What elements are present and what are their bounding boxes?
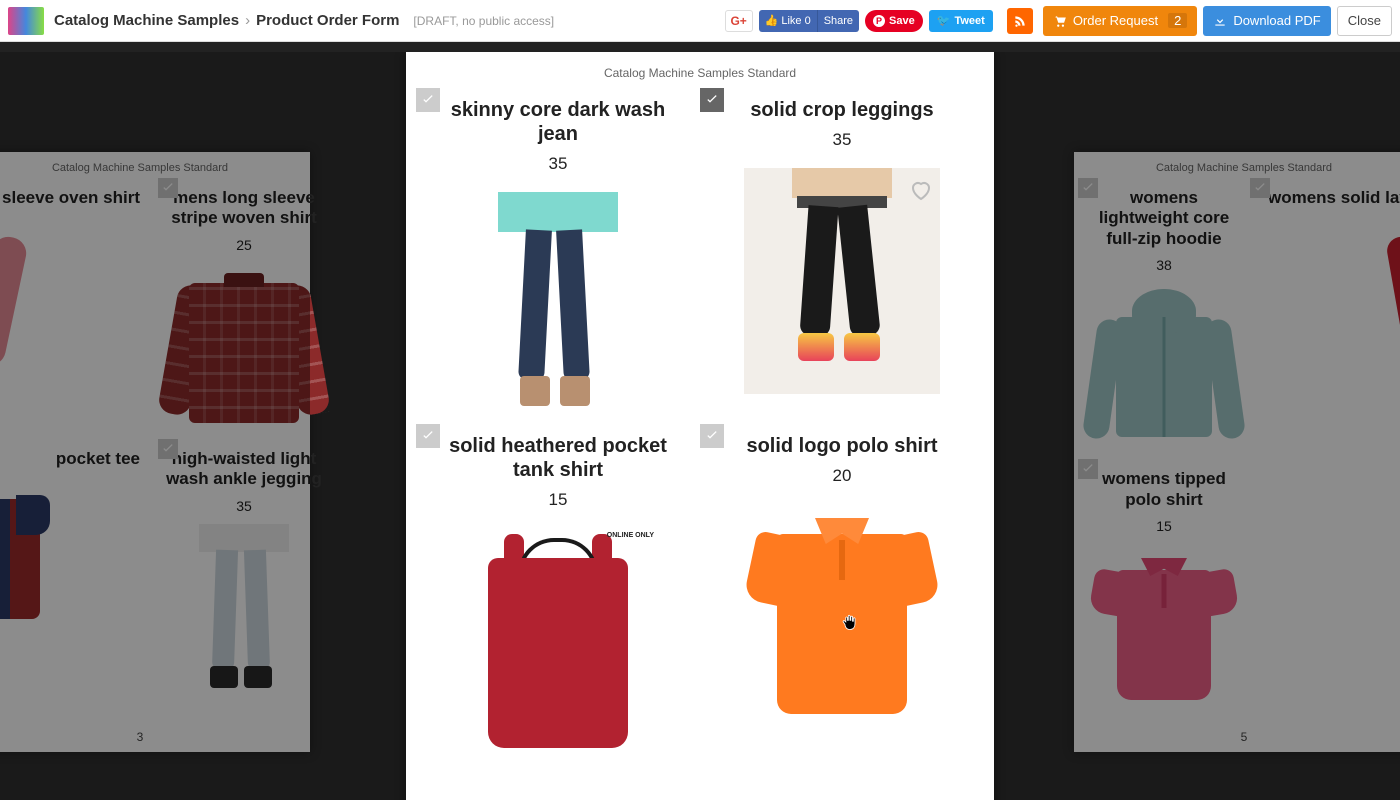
select-check-icon[interactable] bbox=[158, 178, 178, 198]
close-button[interactable]: Close bbox=[1337, 6, 1392, 36]
product-cell[interactable]: solid crop leggings 35 bbox=[700, 88, 984, 424]
breadcrumb: Catalog Machine Samples › Product Order … bbox=[54, 12, 399, 29]
product-cell[interactable]: womens lightweight core full-zip hoodie … bbox=[1078, 178, 1250, 459]
chevron-right-icon: › bbox=[245, 12, 250, 29]
select-check-icon[interactable] bbox=[1250, 178, 1270, 198]
product-price: 38 bbox=[1156, 257, 1172, 273]
catalog-page-next[interactable]: Catalog Machine Samples Standard womens … bbox=[1074, 152, 1400, 752]
product-price: 20 bbox=[833, 466, 852, 486]
select-check-icon[interactable] bbox=[416, 88, 440, 112]
product-image bbox=[0, 218, 140, 388]
app-logo bbox=[8, 7, 44, 35]
download-pdf-label: Download PDF bbox=[1233, 13, 1320, 28]
product-title: sleeve oven shirt bbox=[2, 188, 140, 208]
product-image bbox=[1084, 544, 1244, 714]
social-buttons: G+ 👍Like 0 Share PSave 🐦Tweet bbox=[725, 10, 993, 32]
order-request-label: Order Request bbox=[1073, 13, 1158, 28]
product-price: 15 bbox=[1156, 518, 1172, 534]
product-image bbox=[164, 524, 324, 694]
product-cell[interactable]: womens solid lay bbox=[1250, 178, 1400, 459]
product-price: 35 bbox=[549, 154, 568, 174]
product-title: womens solid lay bbox=[1268, 188, 1400, 208]
product-image: ONLINE ONLY bbox=[460, 528, 656, 754]
product-cell[interactable]: mens long sleeve stripe woven shirt 25 bbox=[158, 178, 330, 439]
product-price: 25 bbox=[236, 237, 252, 253]
heart-icon bbox=[908, 178, 934, 202]
product-cell[interactable]: high-waisted light wash ankle jegging 35 bbox=[158, 439, 330, 700]
twitter-tweet-button[interactable]: 🐦Tweet bbox=[929, 10, 993, 32]
product-image bbox=[460, 192, 656, 418]
cart-icon bbox=[1053, 14, 1067, 28]
select-check-icon[interactable] bbox=[700, 424, 724, 448]
product-title: solid logo polo shirt bbox=[746, 434, 937, 458]
product-image bbox=[0, 479, 140, 649]
pinterest-save-button[interactable]: PSave bbox=[865, 10, 923, 32]
product-title: high-waisted light wash ankle jegging bbox=[164, 449, 324, 490]
rss-icon[interactable] bbox=[1007, 8, 1033, 34]
product-title: mens long sleeve stripe woven shirt bbox=[164, 188, 324, 229]
grab-cursor-icon bbox=[840, 612, 860, 637]
page-header: Catalog Machine Samples Standard bbox=[1074, 152, 1400, 178]
product-price: 35 bbox=[236, 498, 252, 514]
product-cell[interactable] bbox=[1250, 459, 1400, 720]
page-header: Catalog Machine Samples Standard bbox=[0, 152, 310, 178]
product-cell[interactable]: sleeve oven shirt bbox=[0, 178, 158, 439]
select-check-icon[interactable] bbox=[700, 88, 724, 112]
product-title: solid crop leggings bbox=[750, 98, 933, 122]
order-request-button[interactable]: Order Request 2 bbox=[1043, 6, 1198, 36]
facebook-button[interactable]: 👍Like 0 Share bbox=[759, 10, 859, 32]
product-price: 15 bbox=[549, 490, 568, 510]
google-plus-button[interactable]: G+ bbox=[725, 10, 753, 32]
product-image bbox=[744, 168, 940, 394]
breadcrumb-leaf[interactable]: Product Order Form bbox=[256, 12, 399, 29]
app-header: Catalog Machine Samples › Product Order … bbox=[0, 0, 1400, 42]
product-title: womens lightweight core full-zip hoodie bbox=[1084, 188, 1244, 249]
product-image bbox=[1268, 218, 1400, 388]
product-title: pocket tee bbox=[56, 449, 140, 469]
toolbar-strip bbox=[0, 42, 1400, 52]
product-image bbox=[164, 263, 324, 433]
product-title: womens tipped polo shirt bbox=[1084, 469, 1244, 510]
product-image bbox=[1084, 283, 1244, 453]
breadcrumb-root[interactable]: Catalog Machine Samples bbox=[54, 12, 239, 29]
product-price: 35 bbox=[833, 130, 852, 150]
page-number: 5 bbox=[1241, 730, 1248, 744]
order-count-badge: 2 bbox=[1168, 13, 1187, 28]
download-icon bbox=[1213, 14, 1227, 28]
product-title: skinny core dark wash jean bbox=[443, 98, 673, 146]
catalog-page-prev[interactable]: Catalog Machine Samples Standard sleeve … bbox=[0, 152, 310, 752]
product-cell[interactable]: womens tipped polo shirt 15 bbox=[1078, 459, 1250, 720]
product-cell[interactable]: skinny core dark wash jean 35 bbox=[416, 88, 700, 424]
page-number: 3 bbox=[137, 730, 144, 744]
select-check-icon[interactable] bbox=[1078, 178, 1098, 198]
select-check-icon[interactable] bbox=[158, 439, 178, 459]
download-pdf-button[interactable]: Download PDF bbox=[1203, 6, 1330, 36]
select-check-icon[interactable] bbox=[1078, 459, 1098, 479]
facebook-like[interactable]: 👍Like 0 bbox=[759, 10, 817, 32]
select-check-icon[interactable] bbox=[416, 424, 440, 448]
product-cell[interactable]: solid heathered pocket tank shirt 15 ONL… bbox=[416, 424, 700, 760]
catalog-page-current[interactable]: Catalog Machine Samples Standard skinny … bbox=[406, 52, 994, 800]
product-cell[interactable]: solid logo polo shirt 20 bbox=[700, 424, 984, 760]
facebook-share[interactable]: Share bbox=[817, 10, 859, 32]
catalog-stage[interactable]: Catalog Machine Samples Standard sleeve … bbox=[0, 42, 1400, 800]
page-header: Catalog Machine Samples Standard bbox=[406, 52, 994, 88]
draft-status: [DRAFT, no public access] bbox=[413, 14, 554, 28]
product-title: solid heathered pocket tank shirt bbox=[443, 434, 673, 482]
product-cell[interactable]: pocket tee bbox=[0, 439, 158, 700]
